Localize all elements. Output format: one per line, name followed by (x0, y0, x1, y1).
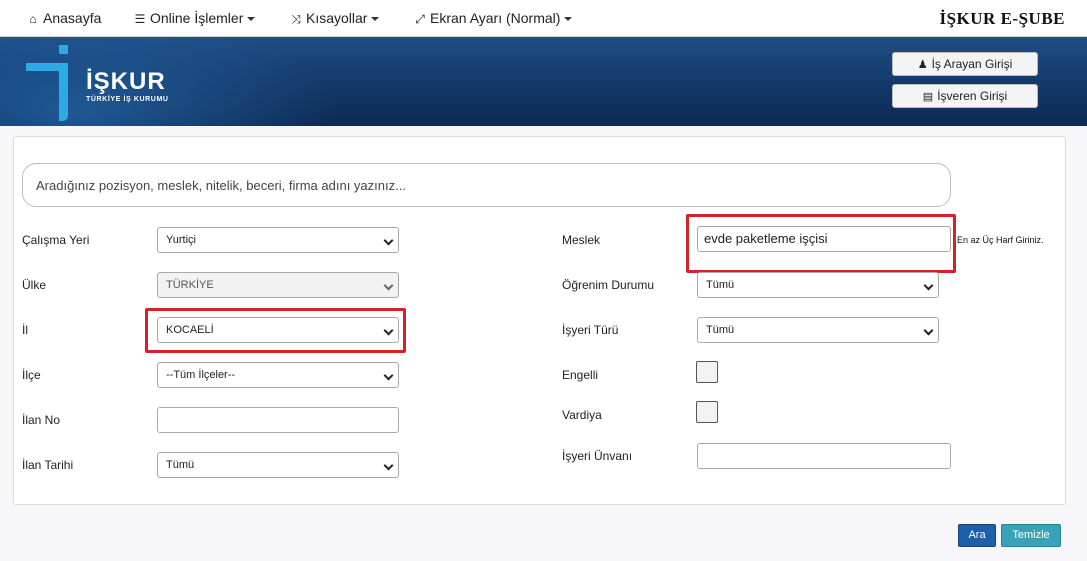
work-place-select[interactable]: Yurtiçi (157, 227, 399, 253)
chevron-down-icon (383, 280, 394, 291)
employer-type-value: Tümü (706, 324, 735, 336)
list-icon: ☰ (134, 12, 146, 26)
briefcase-icon: ▤ (922, 91, 934, 103)
nav-screen-settings[interactable]: ⤢ Ekran Ayarı (Normal) (413, 0, 573, 37)
disabled-checkbox[interactable] (696, 361, 718, 383)
work-place-value: Yurtiçi (166, 234, 196, 246)
disabled-label: Engelli (562, 368, 599, 382)
nav-home-label: Anasayfa (43, 10, 102, 26)
occupation-label: Meslek (562, 233, 601, 247)
job-seeker-login-label: İş Arayan Girişi (931, 57, 1013, 71)
iskur-logo-mark-icon (26, 45, 68, 121)
occupation-input[interactable]: evde paketleme işçisi (697, 226, 951, 252)
nav-shortcuts-label: Kısayollar (306, 10, 368, 26)
province-value: KOCAELİ (166, 324, 214, 336)
chevron-down-icon (383, 325, 394, 336)
expand-icon: ⤢ (415, 12, 425, 26)
caret-down-icon (371, 17, 380, 22)
employer-title-label: İşyeri Ünvanı (562, 449, 633, 463)
province-label: İl (22, 323, 28, 337)
nav-online-services[interactable]: ☰ Online İşlemler (133, 0, 256, 37)
country-select[interactable]: TÜRKİYE (157, 272, 399, 298)
clear-button[interactable]: Temizle (1001, 524, 1061, 547)
shift-label: Vardiya (562, 408, 602, 422)
chevron-down-icon (383, 370, 394, 381)
country-value: TÜRKİYE (166, 279, 214, 291)
shuffle-icon: ⤨ (291, 12, 301, 26)
logo-text: İŞKUR (86, 68, 166, 95)
nav-screen-settings-label: Ekran Ayarı (Normal) (430, 10, 561, 26)
country-label: Ülke (22, 278, 47, 292)
listing-date-select[interactable]: Tümü (157, 452, 399, 478)
work-place-label: Çalışma Yeri (22, 233, 90, 247)
nav-online-services-label: Online İşlemler (150, 10, 244, 26)
employer-type-label: İşyeri Türü (562, 323, 619, 337)
chevron-down-icon (923, 325, 934, 336)
user-icon: ♟ (917, 59, 928, 71)
chevron-down-icon (383, 460, 394, 471)
nav-shortcuts[interactable]: ⤨ Kısayollar (289, 0, 380, 37)
employer-login-label: İşveren Girişi (937, 89, 1008, 103)
iskur-logo[interactable]: İŞKUR TÜRKİYE İŞ KURUMU (26, 43, 176, 121)
listing-date-value: Tümü (166, 459, 195, 471)
caret-down-icon (564, 17, 573, 22)
listing-no-input[interactable] (157, 407, 399, 433)
nav-home[interactable]: ⌂ Anasayfa (26, 0, 101, 37)
search-button[interactable]: Ara (958, 524, 996, 547)
chevron-down-icon (923, 280, 934, 291)
occupation-hint: En az Üç Harf Giriniz. (957, 235, 1044, 245)
district-select[interactable]: --Tüm İlçeler-- (157, 362, 399, 388)
home-icon: ⌂ (29, 12, 37, 26)
header-banner: İŞKUR TÜRKİYE İŞ KURUMU ♟ İş Arayan Giriş… (0, 37, 1087, 126)
employer-type-select[interactable]: Tümü (697, 317, 939, 343)
logo-subtitle: TÜRKİYE İŞ KURUMU (86, 96, 169, 103)
employer-login-button[interactable]: ▤ İşveren Girişi (892, 84, 1038, 108)
education-select[interactable]: Tümü (697, 272, 939, 298)
job-seeker-login-button[interactable]: ♟ İş Arayan Girişi (892, 52, 1038, 76)
listing-date-label: İlan Tarihi (22, 458, 74, 472)
chevron-down-icon (383, 235, 394, 246)
employer-title-input[interactable] (697, 443, 951, 469)
province-select[interactable]: KOCAELİ (157, 317, 399, 343)
district-value: --Tüm İlçeler-- (166, 369, 236, 381)
keyword-search-input[interactable] (22, 163, 951, 207)
caret-down-icon (247, 17, 256, 22)
shift-checkbox[interactable] (696, 401, 718, 423)
district-label: İlçe (22, 368, 41, 382)
education-label: Öğrenim Durumu (562, 278, 655, 292)
education-value: Tümü (706, 279, 735, 291)
site-brand[interactable]: İŞKUR E-ŞUBE (939, 0, 1065, 37)
top-navigation-bar: ⌂ Anasayfa ☰ Online İşlemler ⤨ Kısayollar ⤢… (0, 0, 1087, 37)
listing-no-label: İlan No (22, 413, 61, 427)
